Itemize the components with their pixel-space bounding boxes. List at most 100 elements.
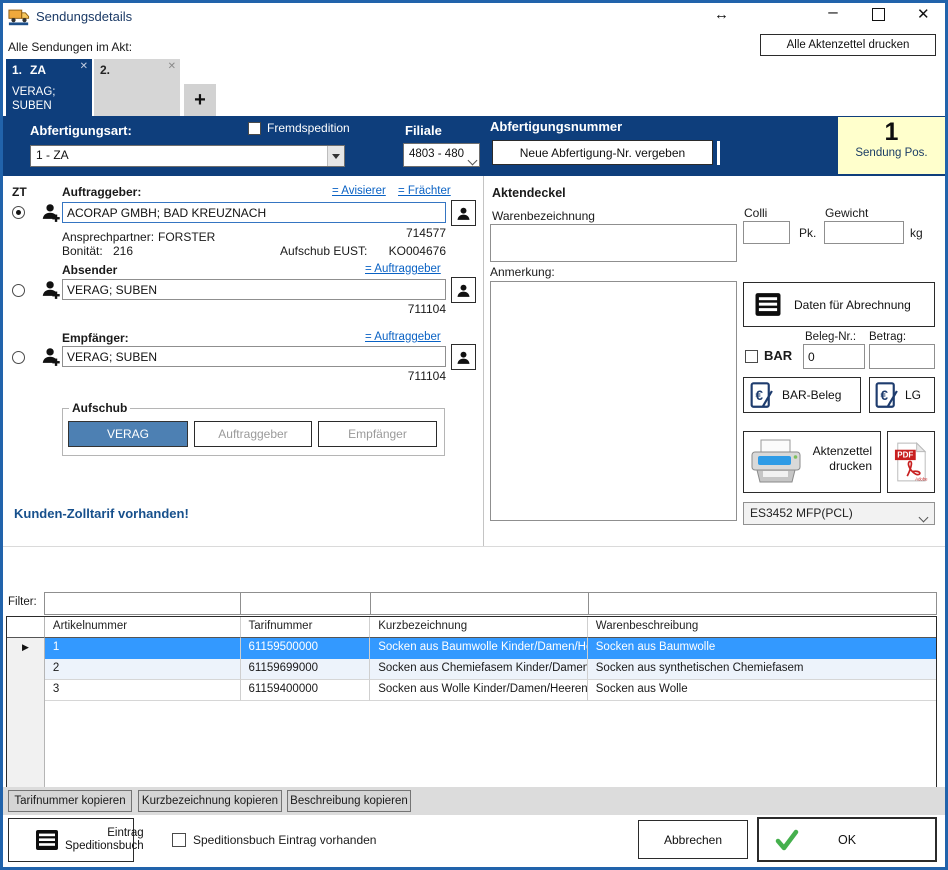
absender-lookup-button[interactable] xyxy=(451,277,476,303)
daten-abrechnung-button[interactable]: Daten für Abrechnung xyxy=(743,282,935,327)
svg-text:€: € xyxy=(756,388,764,403)
filiale-select[interactable]: 4803 - 480 xyxy=(403,143,480,167)
filter-tarifnummer-input[interactable] xyxy=(240,592,371,615)
absender-input[interactable] xyxy=(62,279,446,300)
filter-kurzbezeichnung-input[interactable] xyxy=(370,592,589,615)
cell-kurzbezeichnung: Socken aus Baumwolle Kinder/Damen/Herren xyxy=(370,638,588,659)
shipment-tab-2[interactable]: 2. ✕ xyxy=(94,59,180,116)
eintrag-speditionsbuch-button[interactable]: Eintrag Speditionsbuch xyxy=(8,818,134,862)
sendungsdetails-window: Sendungsdetails ↔ – ✕ Alle Aktenzettel d… xyxy=(0,0,948,870)
selector-column-header xyxy=(7,617,45,638)
ansprechpartner-label: Ansprechpartner: xyxy=(62,230,154,244)
filiale-value: 4803 - 480 xyxy=(409,148,464,160)
tab2-close-icon[interactable]: ✕ xyxy=(168,61,176,72)
pdf-button[interactable]: PDF Adobe xyxy=(887,431,935,493)
auftraggeber-input[interactable] xyxy=(62,202,446,223)
ansprechpartner-value: FORSTER xyxy=(158,230,215,244)
person-add-icon[interactable] xyxy=(40,345,62,367)
abfertigungsart-select[interactable]: 1 - ZA xyxy=(30,145,345,167)
absender-radio[interactable] xyxy=(12,284,25,297)
bar-checkbox[interactable] xyxy=(745,350,758,363)
column-header-tarifnummer[interactable]: Tarifnummer xyxy=(241,617,371,638)
avisierer-link[interactable]: = Avisierer xyxy=(332,185,386,197)
column-header-artikelnummer[interactable]: Artikelnummer xyxy=(45,617,241,638)
maximize-icon[interactable] xyxy=(872,8,885,21)
person-add-icon[interactable] xyxy=(40,201,62,223)
pk-label: Pk. xyxy=(799,226,816,240)
printer-icon xyxy=(748,438,804,486)
column-header-warenbeschreibung[interactable]: Warenbeschreibung xyxy=(588,617,936,638)
copy-tarifnummer-button[interactable]: Tarifnummer kopieren xyxy=(8,790,132,812)
list-icon xyxy=(754,292,782,317)
add-shipment-tab-button[interactable]: + xyxy=(184,84,216,116)
empfaenger-radio[interactable] xyxy=(12,351,25,364)
auftraggeber-radio[interactable] xyxy=(12,206,25,219)
minimize-icon[interactable]: – xyxy=(820,2,846,26)
filter-warenbeschreibung-input[interactable] xyxy=(588,592,937,615)
person-icon xyxy=(455,205,472,222)
fremdspedition-checkbox[interactable] xyxy=(248,122,261,135)
copy-beschreibung-button[interactable]: Beschreibung kopieren xyxy=(287,790,411,812)
beleg-nr-input[interactable] xyxy=(803,344,865,369)
app-truck-icon xyxy=(8,6,30,26)
anmerkung-textarea[interactable] xyxy=(490,281,737,521)
cell-warenbeschreibung: Socken aus synthetischen Chemiefasem xyxy=(588,659,936,680)
table-row[interactable]: 3 61159400000 Socken aus Wolle Kinder/Da… xyxy=(7,680,936,701)
shipment-tab-1[interactable]: 1. ZA ✕ VERAG; SUBEN xyxy=(6,59,92,116)
colli-input[interactable] xyxy=(743,221,790,244)
filter-artikelnummer-input[interactable] xyxy=(44,592,241,615)
row-selector-cell: ▶ xyxy=(7,638,45,659)
resize-arrows-icon[interactable]: ↔ xyxy=(714,6,729,23)
ok-check-icon xyxy=(775,828,799,852)
empfaenger-input[interactable] xyxy=(62,346,446,367)
betrag-input[interactable] xyxy=(869,344,935,369)
horizontal-divider xyxy=(0,546,948,547)
warenbezeichnung-label: Warenbezeichnung xyxy=(492,209,595,223)
gewicht-input[interactable] xyxy=(824,221,904,244)
betrag-label: Betrag: xyxy=(869,331,906,343)
gewicht-label: Gewicht xyxy=(825,206,868,220)
lg-button[interactable]: € LG xyxy=(869,377,935,413)
cell-warenbeschreibung: Socken aus Wolle xyxy=(588,680,936,701)
table-row[interactable]: ▶ 1 61159500000 Socken aus Baumwolle Kin… xyxy=(7,638,936,659)
neue-abfertigung-button[interactable]: Neue Abfertigung-Nr. vergeben xyxy=(492,140,713,165)
bonitaet-value: 216 xyxy=(113,244,133,258)
absender-label: Absender xyxy=(62,263,117,277)
cell-artikelnummer: 1 xyxy=(45,638,241,659)
window-title: Sendungsdetails xyxy=(36,9,132,24)
aufschub-verag-button[interactable]: VERAG xyxy=(68,421,188,447)
empfaenger-lookup-button[interactable] xyxy=(451,344,476,370)
person-icon xyxy=(455,349,472,366)
aktenzettel-drucken-button[interactable]: Aktenzettel drucken xyxy=(743,431,881,493)
svg-text:Adobe: Adobe xyxy=(915,476,928,481)
close-icon[interactable]: ✕ xyxy=(917,5,930,23)
speditionsbuch-checkbox[interactable] xyxy=(172,833,186,847)
warenbezeichnung-input[interactable] xyxy=(490,224,737,262)
print-all-aktenzettel-button[interactable]: Alle Aktenzettel drucken xyxy=(760,34,936,56)
ok-button[interactable]: OK xyxy=(757,817,937,862)
bar-label: BAR xyxy=(764,348,792,363)
aufschub-auftraggeber-button[interactable]: Auftraggeber xyxy=(194,421,312,447)
euro-receipt-icon: € xyxy=(750,382,774,409)
copy-kurzbezeichnung-button[interactable]: Kurzbezeichnung kopieren xyxy=(138,790,282,812)
list-icon xyxy=(35,829,59,851)
cell-tarifnummer: 61159699000 xyxy=(241,659,371,680)
zt-label: ZT xyxy=(12,185,27,199)
dropdown-arrow-icon[interactable] xyxy=(327,146,344,166)
printer-select[interactable]: ES3452 MFP(PCL) xyxy=(743,502,935,525)
person-add-icon[interactable] xyxy=(40,278,62,300)
abbrechen-button[interactable]: Abbrechen xyxy=(638,820,748,859)
bar-beleg-label: BAR-Beleg xyxy=(782,388,841,402)
table-row[interactable]: 2 61159699000 Socken aus Chemiefasem Kin… xyxy=(7,659,936,680)
fraechter-link[interactable]: = Frächter xyxy=(398,185,451,197)
column-header-kurzbezeichnung[interactable]: Kurzbezeichnung xyxy=(370,617,588,638)
absender-auftraggeber-link[interactable]: = Auftraggeber xyxy=(365,263,441,275)
empfaenger-auftraggeber-link[interactable]: = Auftraggeber xyxy=(365,331,441,343)
aufschub-empfaenger-button[interactable]: Empfänger xyxy=(318,421,437,447)
bar-beleg-button[interactable]: € BAR-Beleg xyxy=(743,377,861,413)
zolltarif-note: Kunden-Zolltarif vorhanden! xyxy=(14,506,189,521)
auftraggeber-lookup-button[interactable] xyxy=(451,200,476,226)
filter-label: Filter: xyxy=(8,596,37,608)
beleg-nr-label: Beleg-Nr.: xyxy=(805,331,856,343)
tab1-close-icon[interactable]: ✕ xyxy=(80,61,88,72)
